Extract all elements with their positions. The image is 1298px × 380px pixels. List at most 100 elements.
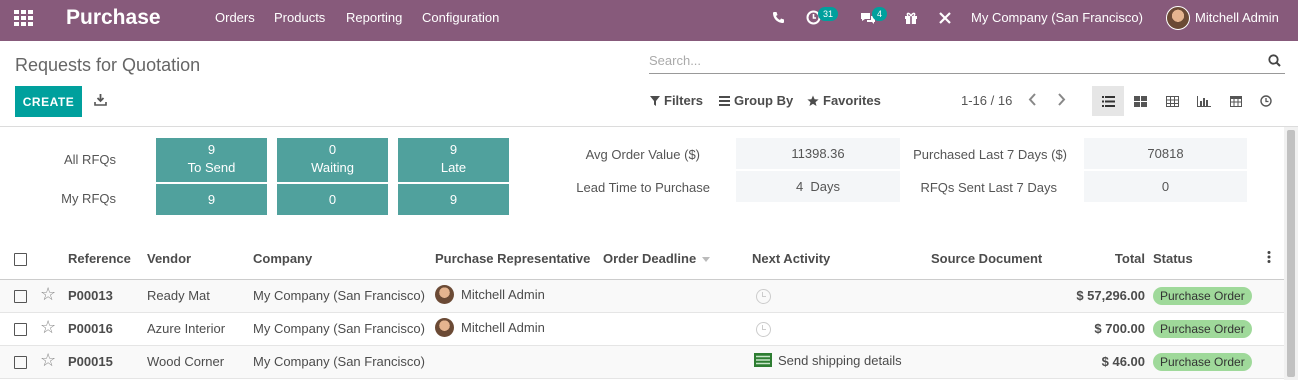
filters-toggle[interactable]: Filters xyxy=(650,93,703,108)
priority-star-icon[interactable]: ☆ xyxy=(40,279,68,313)
search-input[interactable] xyxy=(649,53,1249,68)
gift-icon[interactable] xyxy=(904,0,918,35)
filter-icon xyxy=(650,95,660,106)
my-rfqs-label: My RFQs xyxy=(61,191,116,206)
tile-all-to-send[interactable]: 9 To Send xyxy=(156,138,267,182)
rep-name: Mitchell Admin xyxy=(461,286,545,302)
row-reference: P00013 xyxy=(68,279,147,313)
stat-label-purchased-7d: Purchased Last 7 Days ($) xyxy=(913,147,1067,162)
priority-star-icon[interactable]: ☆ xyxy=(40,312,68,346)
stat-value-avg-order: 11398.36 xyxy=(736,138,900,169)
search-bar xyxy=(649,51,1285,74)
tile-all-waiting[interactable]: 0 Waiting xyxy=(277,138,388,182)
row-checkbox[interactable] xyxy=(0,279,40,313)
graph-view-icon[interactable] xyxy=(1188,86,1220,116)
table-row[interactable]: ☆ P00015 Wood Corner My Company (San Fra… xyxy=(0,345,1284,379)
row-rep: Mitchell Admin xyxy=(435,312,603,346)
tile-my-late[interactable]: 9 xyxy=(398,184,509,215)
stat-label-lead-time: Lead Time to Purchase xyxy=(576,180,710,195)
row-rep xyxy=(435,345,603,379)
user-avatar[interactable] xyxy=(1166,0,1190,35)
menu-orders[interactable]: Orders xyxy=(215,0,255,35)
pivot-view-icon[interactable] xyxy=(1156,86,1188,116)
tile-count: 0 xyxy=(328,142,337,157)
activity-count-badge: 31 xyxy=(818,7,839,21)
col-vendor[interactable]: Vendor xyxy=(147,238,253,280)
row-checkbox[interactable] xyxy=(0,345,40,379)
row-checkbox[interactable] xyxy=(0,312,40,346)
row-status: Purchase Order xyxy=(1153,345,1254,379)
create-button[interactable]: CREATE xyxy=(15,86,82,117)
status-badge: Purchase Order xyxy=(1153,286,1252,305)
download-icon[interactable] xyxy=(94,93,107,109)
row-activity[interactable] xyxy=(752,279,931,313)
shipping-activity-icon[interactable] xyxy=(754,353,772,368)
activity-clock-icon[interactable] xyxy=(756,288,771,304)
row-vendor: Wood Corner xyxy=(147,345,253,379)
avatar xyxy=(435,317,454,337)
pager-previous-icon[interactable] xyxy=(1028,93,1038,109)
rep-name: Mitchell Admin xyxy=(461,319,545,335)
col-total[interactable]: Total xyxy=(1049,238,1153,280)
col-reference[interactable]: Reference xyxy=(68,238,147,280)
col-purchase-representative[interactable]: Purchase Representative xyxy=(435,238,603,280)
message-count-badge: 4 xyxy=(872,7,888,21)
avatar xyxy=(435,284,454,304)
pager-value[interactable]: 1-16 / 16 xyxy=(961,93,1012,108)
table-header-row: Reference Vendor Company Purchase Repres… xyxy=(0,238,1284,280)
activity-clock-icon[interactable] xyxy=(756,321,771,337)
stat-value-purchased-7d: 70818 xyxy=(1084,138,1247,169)
stat-value-rfqs-sent-7d: 0 xyxy=(1084,171,1247,202)
col-source-document[interactable]: Source Document xyxy=(931,238,1049,280)
row-rep: Mitchell Admin xyxy=(435,279,603,313)
row-vendor: Ready Mat xyxy=(147,279,253,313)
row-total: $ 57,296.00 xyxy=(1049,279,1153,313)
menu-products[interactable]: Products xyxy=(274,0,325,35)
menu-reporting[interactable]: Reporting xyxy=(346,0,402,35)
menu-configuration[interactable]: Configuration xyxy=(422,0,499,35)
debug-tools-icon[interactable] xyxy=(938,0,952,35)
list-view-icon[interactable] xyxy=(1092,86,1124,116)
tile-my-to-send[interactable]: 9 xyxy=(156,184,267,215)
row-status: Purchase Order xyxy=(1153,279,1254,313)
tile-all-late[interactable]: 9 Late xyxy=(398,138,509,182)
activity-view-icon[interactable] xyxy=(1250,86,1282,116)
priority-star-icon[interactable]: ☆ xyxy=(40,345,68,379)
row-status: Purchase Order xyxy=(1153,312,1254,346)
stat-label-avg-order: Avg Order Value ($) xyxy=(585,147,700,162)
col-next-activity[interactable]: Next Activity xyxy=(752,238,931,280)
user-menu[interactable]: Mitchell Admin xyxy=(1195,0,1279,35)
star-icon xyxy=(807,95,819,106)
pager-next-icon[interactable] xyxy=(1056,93,1066,109)
row-activity[interactable] xyxy=(752,312,931,346)
col-company[interactable]: Company xyxy=(253,238,435,280)
scrollbar-thumb[interactable] xyxy=(1287,130,1295,377)
company-switcher[interactable]: My Company (San Francisco) xyxy=(971,0,1143,35)
page-title: Requests for Quotation xyxy=(15,55,201,75)
all-rfqs-label: All RFQs xyxy=(64,152,116,167)
calendar-view-icon[interactable] xyxy=(1220,86,1252,116)
table-row[interactable]: ☆ P00016 Azure Interior My Company (San … xyxy=(0,312,1284,346)
activity-summary[interactable]: Send shipping details xyxy=(778,353,902,368)
search-icon[interactable] xyxy=(1268,54,1281,70)
row-activity[interactable]: Send shipping details xyxy=(752,345,931,379)
tile-label: To Send xyxy=(187,160,236,175)
stat-value-lead-time: 4 Days xyxy=(736,171,900,202)
group-by-toggle[interactable]: Group By xyxy=(719,93,793,108)
tile-my-waiting[interactable]: 0 xyxy=(277,184,388,215)
col-order-deadline[interactable]: Order Deadline xyxy=(603,238,752,280)
control-panel: Requests for Quotation CREATE Filters Gr… xyxy=(0,41,1298,127)
kanban-view-icon[interactable] xyxy=(1124,86,1156,116)
group-by-icon xyxy=(719,95,730,106)
app-brand[interactable]: Purchase xyxy=(66,0,161,35)
select-all-checkbox[interactable] xyxy=(0,238,40,280)
scrollbar[interactable] xyxy=(1284,127,1298,380)
table-row[interactable]: ☆ P00013 Ready Mat My Company (San Franc… xyxy=(0,279,1284,313)
row-vendor: Azure Interior xyxy=(147,312,253,346)
sort-desc-icon xyxy=(702,256,711,262)
optional-columns-icon[interactable] xyxy=(1254,238,1284,280)
phone-icon[interactable] xyxy=(772,0,785,35)
apps-menu-icon[interactable] xyxy=(14,0,34,35)
favorites-toggle[interactable]: Favorites xyxy=(807,93,881,108)
col-status[interactable]: Status xyxy=(1153,238,1254,280)
